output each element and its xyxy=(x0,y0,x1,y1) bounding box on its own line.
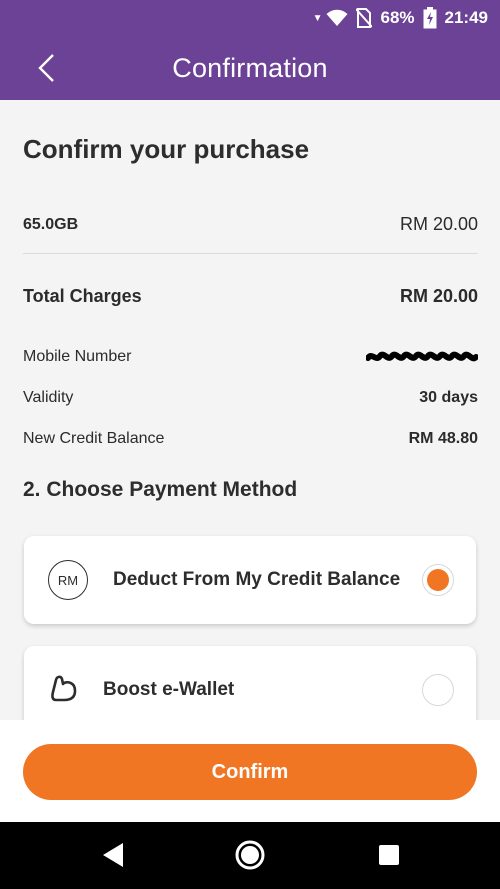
battery-percent: 68% xyxy=(380,8,415,27)
validity-value: 30 days xyxy=(419,389,478,406)
page-title: Confirmation xyxy=(172,53,328,83)
validity-label: Validity xyxy=(23,389,74,406)
payment-option-boost-wallet[interactable]: Boost e-Wallet xyxy=(24,646,476,720)
radio-selected[interactable] xyxy=(422,564,454,596)
divider xyxy=(23,253,478,254)
total-label: Total Charges xyxy=(23,286,142,306)
no-sim-icon xyxy=(356,8,373,28)
payment-option-label: Boost e-Wallet xyxy=(103,679,235,700)
total-row: Total Charges RM 20.00 xyxy=(23,286,478,307)
radio-dot xyxy=(427,569,449,591)
system-nav-bar xyxy=(0,822,500,889)
payment-option-credit-balance[interactable]: RM Deduct From My Credit Balance xyxy=(24,536,476,624)
boost-wallet-icon xyxy=(50,674,78,709)
plan-price: RM 20.00 xyxy=(399,214,478,234)
validity-row: Validity 30 days xyxy=(23,389,478,407)
plan-label: 65.0GB xyxy=(23,215,79,233)
home-circle-icon[interactable] xyxy=(233,838,267,872)
purchase-summary: Confirm your purchase 65.0GB RM 20.00 To… xyxy=(0,100,500,720)
signal-arrows-icon: ▼ xyxy=(312,12,323,24)
recents-square-icon[interactable] xyxy=(372,838,406,872)
total-value: RM 20.00 xyxy=(399,286,478,306)
clock: 21:49 xyxy=(444,8,488,27)
wifi-icon xyxy=(326,9,348,27)
mobile-number-row: Mobile Number xyxy=(23,348,478,366)
back-triangle-icon[interactable] xyxy=(96,838,130,872)
redacted-mobile-number xyxy=(366,351,478,362)
payment-option-label: Deduct From My Credit Balance xyxy=(113,569,401,590)
credit-balance-row: New Credit Balance RM 48.80 xyxy=(23,430,478,448)
credit-balance-value: RM 48.80 xyxy=(408,430,478,447)
payment-section-title: 2. Choose Payment Method xyxy=(23,478,298,501)
credit-balance-label: New Credit Balance xyxy=(23,430,165,447)
confirm-button[interactable]: Confirm xyxy=(23,744,477,800)
status-bar: ▼ 68% 21:49 xyxy=(0,0,500,36)
radio-unselected[interactable] xyxy=(422,674,454,706)
plan-row: 65.0GB RM 20.00 xyxy=(23,214,478,235)
rm-circle-icon: RM xyxy=(48,560,88,600)
footer: Confirm xyxy=(0,720,500,822)
mobile-number-label: Mobile Number xyxy=(23,348,132,365)
battery-charging-icon xyxy=(423,7,437,29)
summary-heading: Confirm your purchase xyxy=(23,134,310,164)
app-bar: Confirmation xyxy=(0,36,500,100)
